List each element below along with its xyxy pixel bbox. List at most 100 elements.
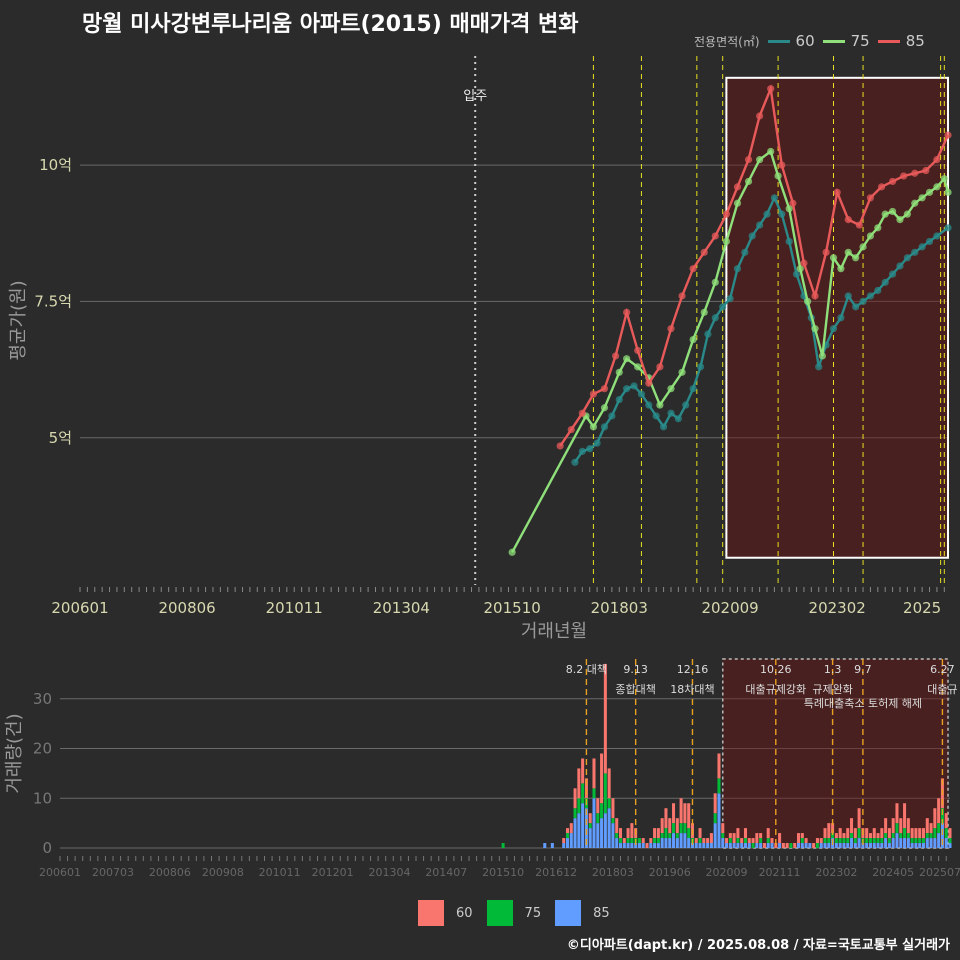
data-point-85 (944, 131, 952, 139)
volume-bar-85 (732, 843, 736, 848)
volume-bar-75 (664, 828, 668, 839)
data-point-75 (678, 368, 686, 376)
volume-bar-85 (804, 843, 808, 848)
volume-bar-60 (706, 838, 710, 844)
volume-bar-60 (918, 828, 922, 839)
legend-label-85: 85 (905, 32, 925, 50)
x-tick-label: 201612 (535, 866, 577, 879)
x-tick-label: 202302 (809, 599, 866, 617)
data-point-85 (667, 325, 675, 333)
volume-bar-75 (918, 838, 922, 844)
y-tick-label: 30 (33, 690, 52, 708)
volume-bar-85 (914, 843, 918, 848)
volume-bar-85 (747, 843, 751, 848)
policy-date-label: 9.7 (854, 663, 872, 676)
volume-bar-85 (827, 843, 831, 848)
policy-date-label: 12.16 (677, 663, 709, 676)
volume-bar-75 (789, 843, 793, 848)
data-point-85 (689, 265, 697, 273)
data-point-75 (634, 363, 642, 371)
volume-bar-60 (645, 843, 649, 848)
volume-bar-75 (846, 838, 850, 844)
volume-bar-85 (910, 843, 914, 848)
data-point-75 (844, 248, 852, 256)
volume-bar-75 (573, 808, 577, 819)
data-point-75 (689, 335, 697, 344)
volume-bar-60 (800, 833, 804, 839)
data-point-75 (700, 308, 708, 316)
volume-bar-85 (672, 833, 676, 848)
volume-bar-75 (626, 838, 630, 844)
volume-bar-85 (596, 823, 600, 848)
volume-bar-85 (728, 843, 732, 848)
volume-bar-75 (899, 833, 903, 839)
x-tick-label: 201304 (373, 599, 430, 617)
data-point-85 (933, 156, 941, 164)
volume-bar-75 (921, 838, 926, 844)
volume-bar-85 (800, 843, 804, 848)
volume-bar-85 (887, 843, 891, 848)
volume-bar-85 (906, 838, 910, 848)
bottom-legend-label-75: 75 (524, 905, 542, 921)
volume-bar-60 (709, 833, 713, 844)
volume-bar-75 (865, 838, 869, 844)
volume-bar-60 (921, 828, 926, 839)
volume-chart: 0 10 20 30 8.2 대책 9.13 종합대책 12.16 18차대책 10.26 대출규제… (4, 658, 960, 879)
volume-bar-75 (721, 833, 725, 839)
data-point-85 (700, 248, 708, 256)
volume-bar-85 (600, 818, 604, 848)
data-point-85 (756, 112, 764, 120)
volume-bar-60 (914, 828, 918, 839)
volume-bar-85 (656, 843, 660, 848)
volume-bar-60 (577, 768, 581, 799)
data-point-75 (852, 254, 860, 262)
volume-bar-75 (615, 833, 619, 839)
volume-bar-60 (698, 828, 702, 839)
volume-bar-85 (925, 838, 929, 848)
volume-bar-85 (675, 838, 679, 848)
data-point-75 (804, 297, 812, 306)
volume-bar-75 (906, 833, 910, 839)
volume-bar-85 (664, 838, 668, 848)
volume-bar-75 (838, 838, 842, 844)
volume-bar-60 (823, 828, 827, 839)
x-tick-label: 202507 (919, 866, 960, 879)
volume-bar-75 (687, 828, 691, 839)
legend-item-60: 60 (767, 32, 815, 50)
volume-bar-60 (755, 833, 759, 844)
data-point-85 (778, 161, 786, 169)
bottom-legend-label-60: 60 (456, 905, 473, 921)
volume-bar-75 (618, 838, 623, 844)
data-point-85 (822, 248, 830, 256)
x-tick-label: 200806 (149, 866, 191, 879)
volume-bar-85 (929, 838, 933, 848)
volume-bar-75 (834, 838, 838, 844)
volume-bar-85 (687, 838, 691, 848)
volume-bar-85 (607, 808, 611, 848)
volume-bar-85 (577, 813, 581, 848)
volume-bar-85 (702, 843, 706, 848)
volume-bar-60 (887, 828, 891, 839)
volume-bar-60 (929, 823, 933, 834)
y-tick-label: 10 (33, 789, 52, 807)
policy-name-label: 18차대책 (670, 683, 714, 696)
data-point-85 (922, 166, 930, 175)
data-point-75 (888, 207, 897, 216)
volume-bar-85 (743, 843, 748, 848)
volume-bar-75 (884, 833, 888, 839)
data-point-75 (940, 175, 948, 183)
data-point-60 (756, 221, 764, 229)
data-point-60 (925, 237, 934, 246)
volume-bar-60 (872, 828, 876, 839)
volume-bar-85 (740, 843, 744, 848)
volume-bar-75 (751, 843, 755, 848)
volume-bar-60 (884, 818, 888, 834)
volume-bar-85 (921, 843, 926, 848)
volume-bar-60 (562, 838, 566, 844)
volume-bar-75 (592, 788, 596, 799)
volume-bar-75 (887, 838, 891, 844)
volume-bar-85 (611, 823, 615, 848)
volume-bar-85 (626, 843, 630, 848)
x-tick-label: 201011 (259, 866, 301, 879)
data-point-60 (667, 409, 675, 417)
